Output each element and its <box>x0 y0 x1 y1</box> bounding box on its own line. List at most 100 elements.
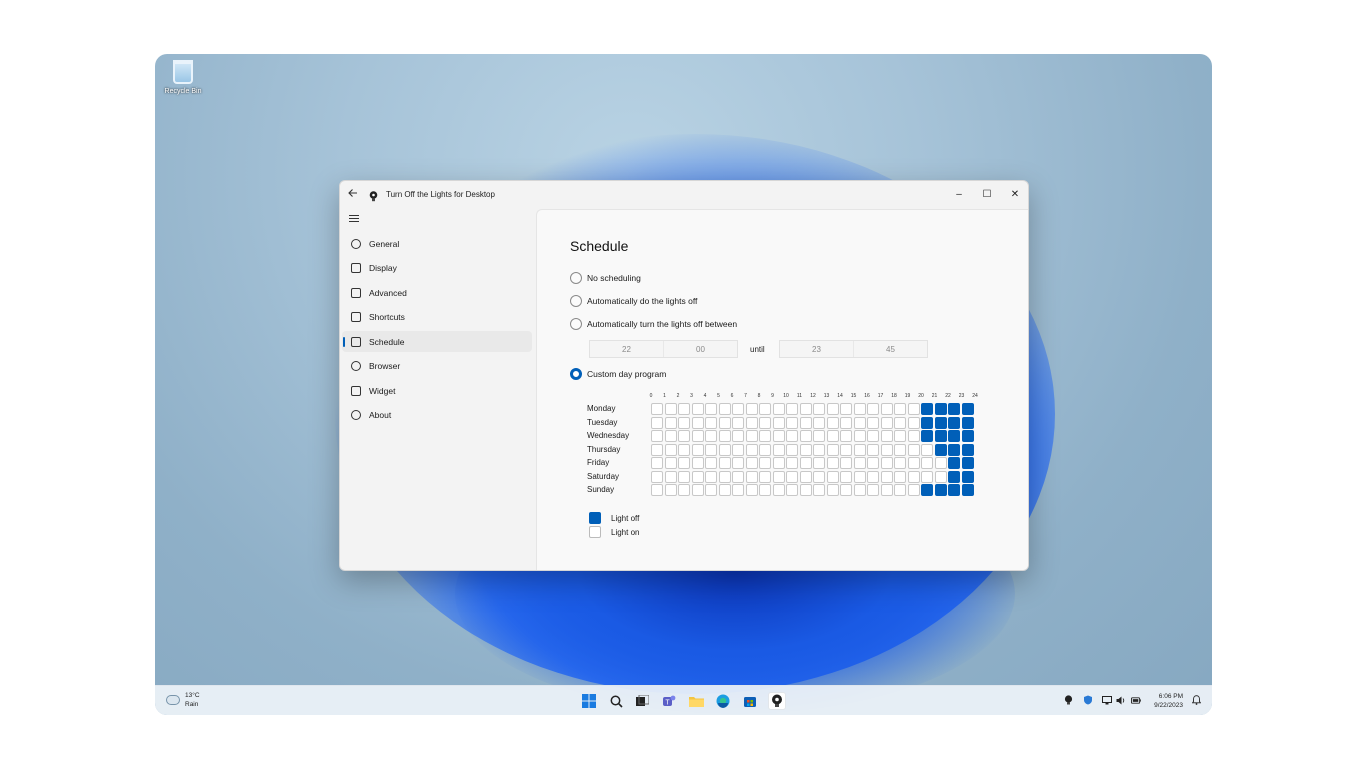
hour-cell[interactable] <box>786 430 798 442</box>
sidebar-item-advanced[interactable]: Advanced <box>342 282 532 303</box>
back-arrow-icon[interactable] <box>348 187 358 201</box>
sidebar-item-shortcuts[interactable]: Shortcuts <box>342 307 532 328</box>
hour-cell[interactable] <box>786 443 798 456</box>
hour-cell[interactable] <box>826 416 839 429</box>
sidebar-item-browser[interactable]: Browser <box>342 356 532 377</box>
hour-cell[interactable] <box>772 443 785 456</box>
hour-cell[interactable] <box>948 430 960 442</box>
hour-cell[interactable] <box>961 457 974 469</box>
hour-cell[interactable] <box>691 403 704 415</box>
hour-cell[interactable] <box>772 416 785 429</box>
hour-cell[interactable] <box>907 403 920 415</box>
hour-cell[interactable] <box>880 457 893 469</box>
hour-cell[interactable] <box>921 430 933 442</box>
hour-cell[interactable] <box>921 403 933 415</box>
hour-cell[interactable] <box>907 470 920 483</box>
close-button[interactable]: ✕ <box>1001 184 1028 204</box>
hour-cell[interactable] <box>826 403 839 415</box>
hour-cell[interactable] <box>907 457 920 469</box>
hour-cell[interactable] <box>664 443 677 456</box>
hour-cell[interactable] <box>705 457 717 469</box>
turn-off-the-lights-tray-icon[interactable] <box>1063 695 1073 705</box>
hour-cell[interactable] <box>813 443 825 456</box>
hour-cell[interactable] <box>840 443 852 456</box>
hour-cell[interactable] <box>853 430 866 442</box>
hour-cell[interactable] <box>745 470 758 483</box>
hour-cell[interactable] <box>705 470 717 483</box>
hour-cell[interactable] <box>826 443 839 456</box>
hour-cell[interactable] <box>664 484 677 496</box>
hour-cell[interactable] <box>718 416 731 429</box>
hour-cell[interactable] <box>961 416 974 429</box>
hour-cell[interactable] <box>705 430 717 442</box>
hour-cell[interactable] <box>934 484 947 496</box>
hour-cell[interactable] <box>678 430 690 442</box>
radio-lights-off-between[interactable]: Automatically turn the lights off betwee… <box>570 318 737 330</box>
hour-cell[interactable] <box>664 470 677 483</box>
hour-cell[interactable] <box>853 470 866 483</box>
hour-cell[interactable] <box>894 470 906 483</box>
hour-cell[interactable] <box>759 484 771 496</box>
hour-cell[interactable] <box>772 484 785 496</box>
weather-widget[interactable]: 13°C Rain <box>166 691 200 709</box>
hour-cell[interactable] <box>840 403 852 415</box>
end-minute[interactable]: 45 <box>853 341 927 357</box>
hour-cell[interactable] <box>718 457 731 469</box>
hour-cell[interactable] <box>678 457 690 469</box>
sidebar-item-display[interactable]: Display <box>342 258 532 279</box>
hour-cell[interactable] <box>894 416 906 429</box>
hour-cell[interactable] <box>651 457 663 469</box>
hour-cell[interactable] <box>867 430 879 442</box>
hour-cell[interactable] <box>772 403 785 415</box>
start-minute[interactable]: 00 <box>663 341 737 357</box>
start-hour[interactable]: 22 <box>590 341 663 357</box>
hour-cell[interactable] <box>651 470 663 483</box>
hour-cell[interactable] <box>867 457 879 469</box>
hour-cell[interactable] <box>894 457 906 469</box>
hour-cell[interactable] <box>961 430 974 442</box>
hour-cell[interactable] <box>934 470 947 483</box>
hour-cell[interactable] <box>880 416 893 429</box>
hour-cell[interactable] <box>813 403 825 415</box>
teams-icon[interactable]: T <box>660 692 678 710</box>
hour-cell[interactable] <box>840 430 852 442</box>
hour-cell[interactable] <box>759 416 771 429</box>
hour-cell[interactable] <box>718 430 731 442</box>
recycle-bin-shortcut[interactable]: Recycle Bin <box>161 60 205 95</box>
defender-icon[interactable] <box>1083 695 1093 705</box>
hour-cell[interactable] <box>853 443 866 456</box>
hour-cell[interactable] <box>691 416 704 429</box>
hour-cell[interactable] <box>705 443 717 456</box>
end-time-picker[interactable]: 23 45 <box>779 340 928 358</box>
hour-cell[interactable] <box>786 457 798 469</box>
hour-cell[interactable] <box>772 470 785 483</box>
maximize-button[interactable]: ☐ <box>973 184 1001 204</box>
hour-cell[interactable] <box>799 416 812 429</box>
hour-cell[interactable] <box>948 403 960 415</box>
menu-icon[interactable] <box>349 213 359 224</box>
hour-cell[interactable] <box>732 416 744 429</box>
hour-cell[interactable] <box>826 484 839 496</box>
hour-cell[interactable] <box>894 430 906 442</box>
hour-cell[interactable] <box>853 403 866 415</box>
hour-cell[interactable] <box>867 484 879 496</box>
hour-cell[interactable] <box>772 457 785 469</box>
turn-off-the-lights-taskbar-icon[interactable] <box>768 692 786 710</box>
hour-cell[interactable] <box>907 416 920 429</box>
hour-cell[interactable] <box>961 443 974 456</box>
hour-cell[interactable] <box>826 470 839 483</box>
hour-cell[interactable] <box>759 403 771 415</box>
hour-cell[interactable] <box>961 484 974 496</box>
hour-cell[interactable] <box>664 457 677 469</box>
hour-cell[interactable] <box>718 470 731 483</box>
radio-no-scheduling[interactable]: No scheduling <box>570 272 641 284</box>
hour-cell[interactable] <box>759 443 771 456</box>
hour-cell[interactable] <box>853 484 866 496</box>
sidebar-item-schedule[interactable]: Schedule <box>342 331 532 352</box>
hour-cell[interactable] <box>921 457 933 469</box>
hour-cell[interactable] <box>745 457 758 469</box>
hour-cell[interactable] <box>853 457 866 469</box>
hour-cell[interactable] <box>840 484 852 496</box>
hour-cell[interactable] <box>934 443 947 456</box>
hour-cell[interactable] <box>691 484 704 496</box>
